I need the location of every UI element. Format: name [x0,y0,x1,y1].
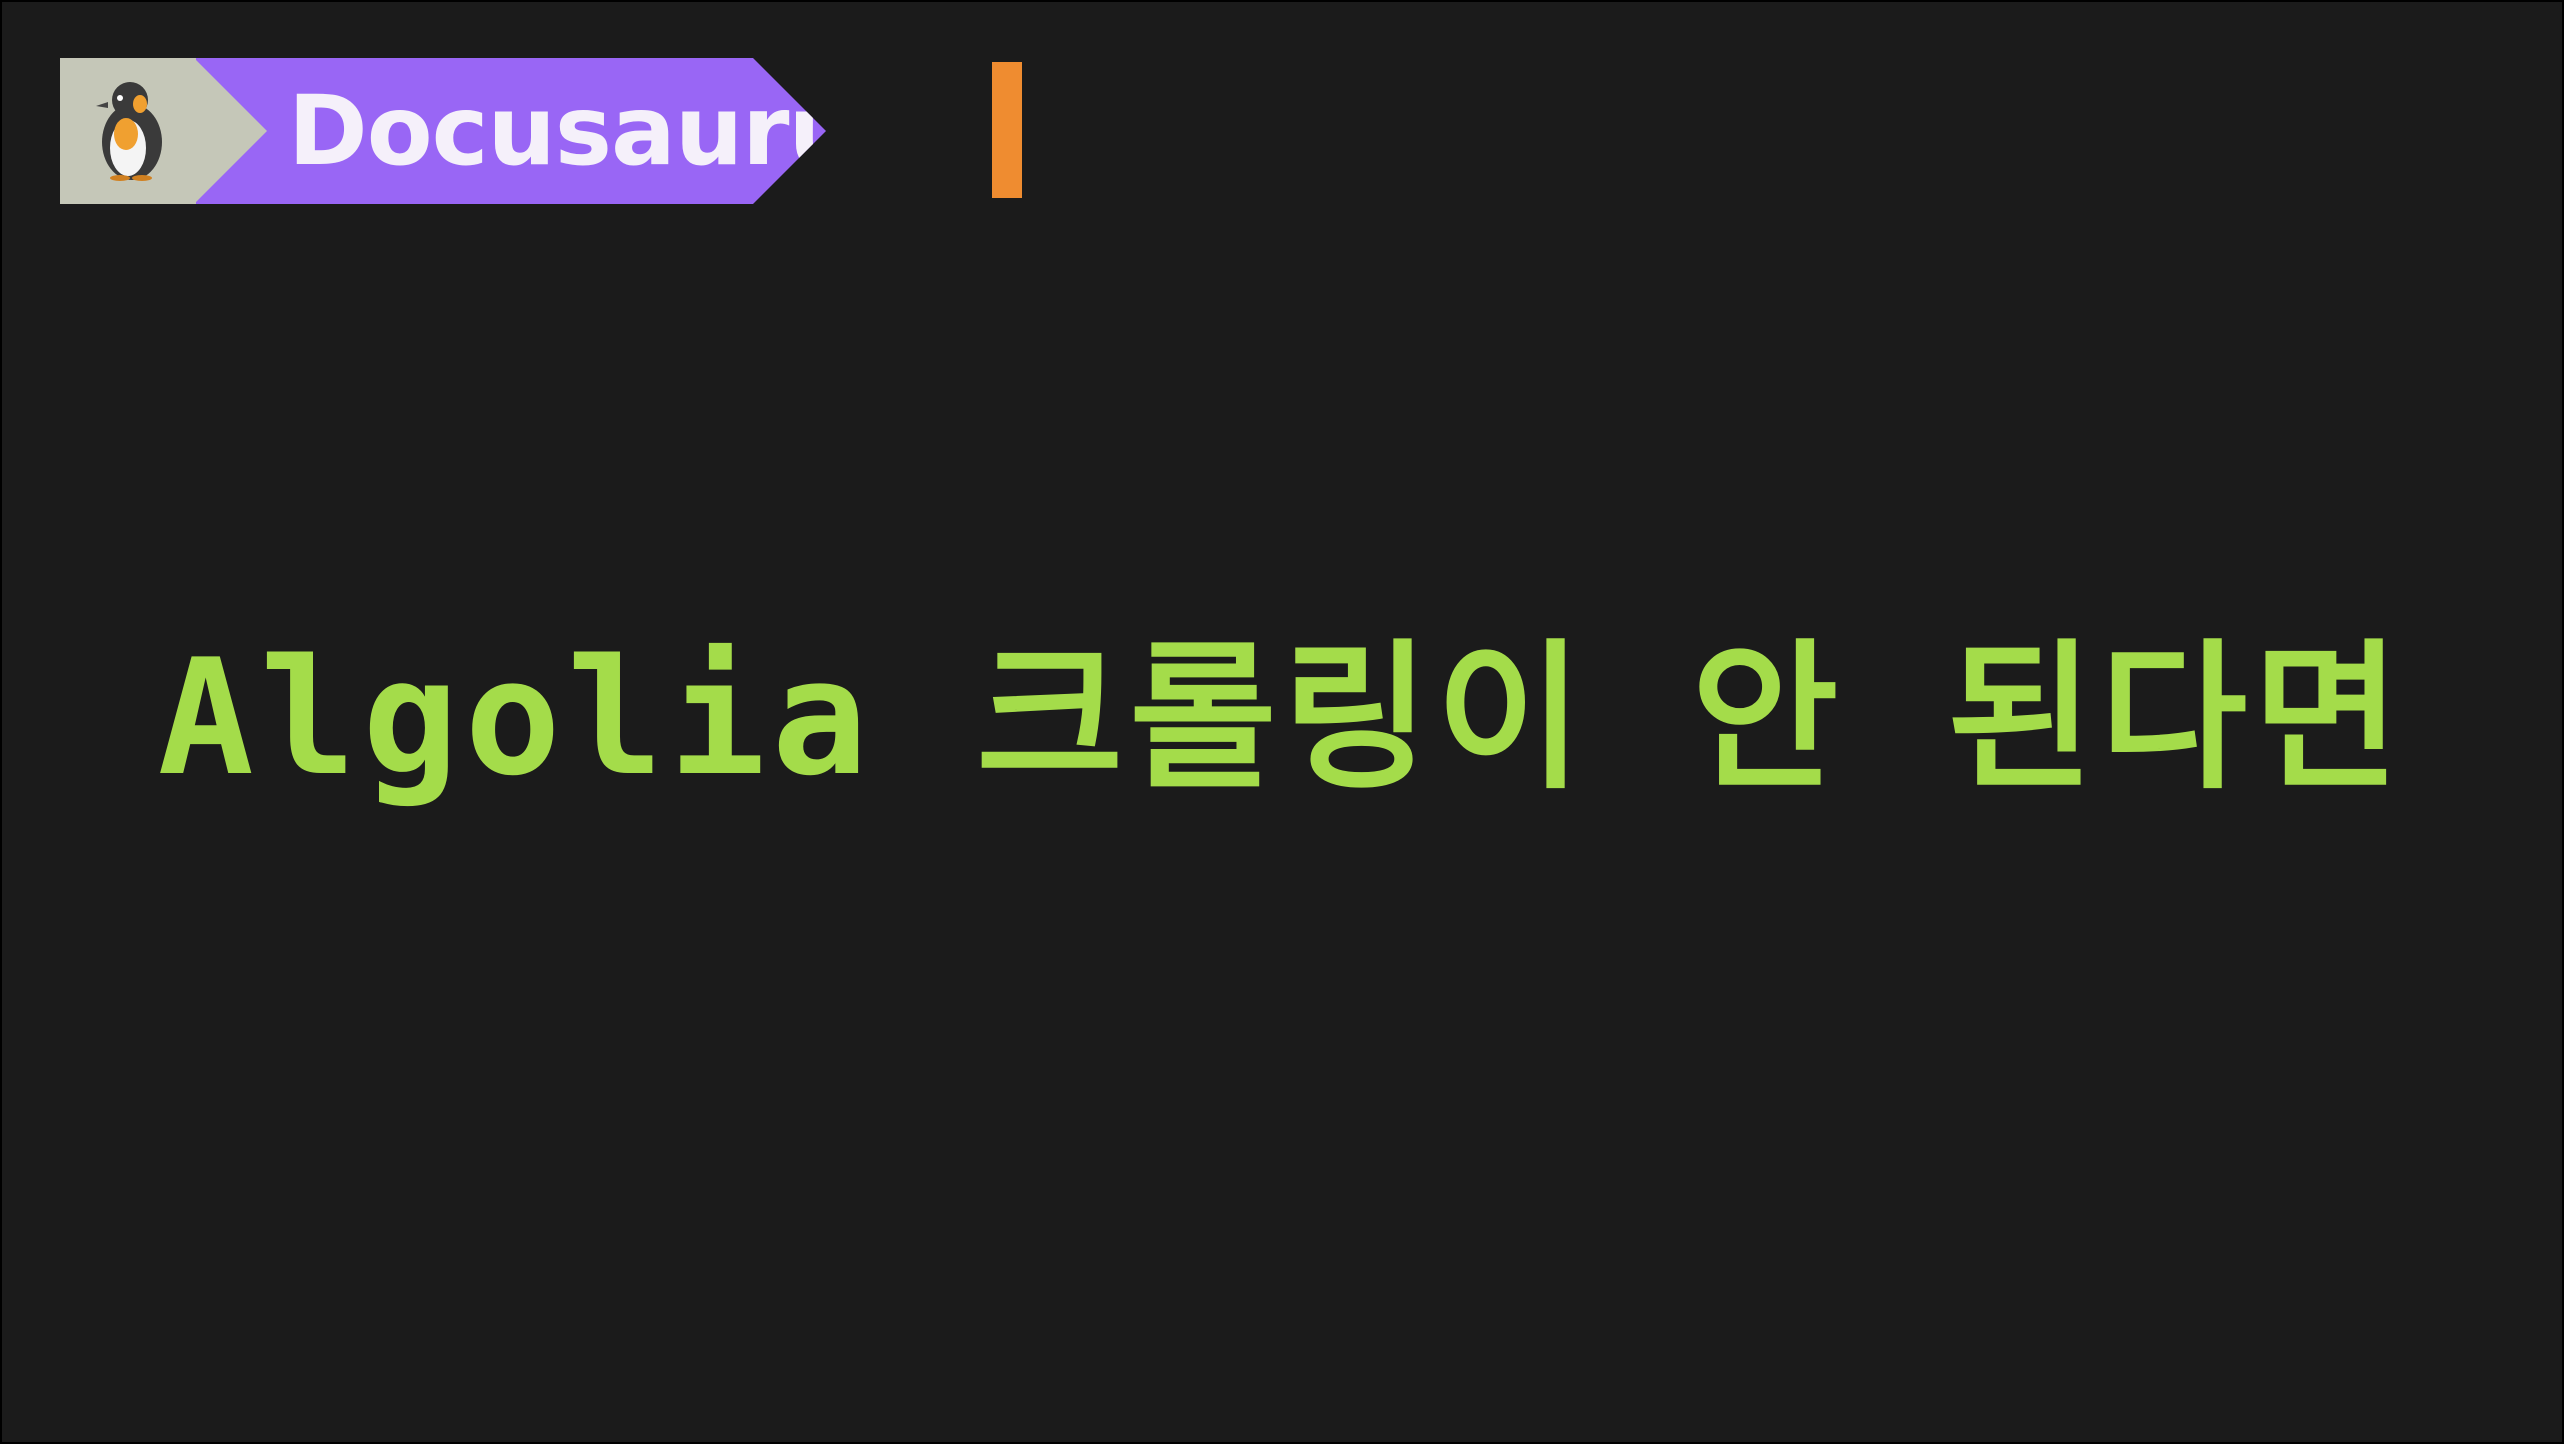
headline-title: Algolia 크롤링이 안 된다면 [157,624,2407,811]
text-cursor [992,62,1022,198]
thumbnail-canvas: Docusaurus Algolia 크롤링이 안 된다면 [0,0,2564,1444]
category-badge: Docusaurus [60,58,202,204]
badge-arrow-shape [194,58,267,204]
badge-label-box: Docusaurus [196,58,826,204]
badge-label-text: Docusaurus [288,75,912,187]
badge-icon-box [60,58,202,204]
penguin-icon [96,82,162,181]
